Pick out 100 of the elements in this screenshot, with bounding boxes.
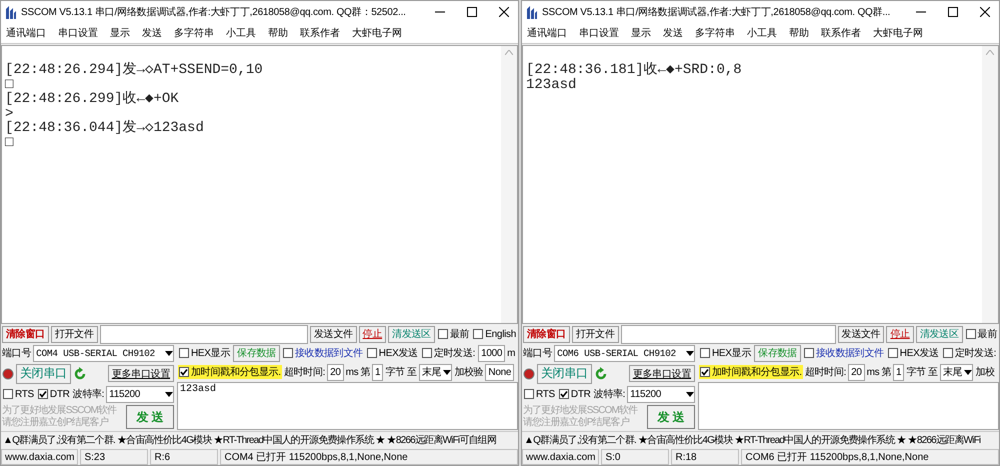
checkbox-label[interactable]: DTR [50, 388, 70, 400]
status-led-icon [2, 368, 14, 380]
checkbox[interactable] [804, 348, 814, 358]
checkbox-label[interactable]: DTR [570, 388, 591, 400]
caret-icon [443, 370, 452, 374]
checkbox[interactable] [700, 348, 710, 358]
caret-icon [964, 370, 972, 374]
checkbox[interactable] [473, 329, 484, 339]
menu-item[interactable]: 大虾电子网 [873, 26, 923, 40]
status-cell: www.daxia.com [1, 449, 78, 465]
port-label: 端口号 [2, 346, 32, 360]
input-field[interactable]: 1 [372, 364, 384, 380]
menu-item[interactable]: 小工具 [226, 26, 256, 40]
menu-item[interactable]: 显示 [631, 26, 651, 40]
toolbar-button[interactable]: 清除窗口 [2, 326, 49, 342]
menu-item[interactable]: 通讯端口 [6, 26, 46, 40]
checkbox-label[interactable]: HEX发送 [900, 346, 939, 360]
checkbox[interactable] [438, 329, 448, 339]
menu-item[interactable]: 联系作者 [821, 26, 861, 40]
menu-item[interactable]: 显示 [110, 26, 130, 40]
toolbar-button[interactable]: 停止 [358, 326, 386, 342]
checkbox-label[interactable]: English [485, 328, 516, 340]
refresh-icon[interactable] [594, 366, 608, 380]
label: 字节 至 [906, 366, 938, 379]
toolbar-button[interactable]: 发送文件 [838, 326, 884, 342]
save-data-button[interactable]: 保存数据 [233, 344, 280, 362]
menu-item[interactable]: 发送 [663, 26, 683, 40]
checkbox-label[interactable]: 定时发送: [954, 346, 996, 360]
checkbox[interactable] [558, 389, 569, 399]
menu-item[interactable]: 多字符串 [695, 26, 735, 40]
checkbox[interactable] [282, 348, 293, 358]
menu-item[interactable]: 大虾电子网 [352, 26, 402, 40]
checkbox[interactable] [179, 348, 189, 358]
file-path-field[interactable] [100, 324, 308, 344]
checkbox-label[interactable]: HEX发送 [378, 346, 418, 360]
checkbox[interactable] [3, 389, 13, 399]
checkbox-label[interactable]: 接收数据到文件 [816, 346, 884, 360]
checkbox-label[interactable]: 加时间戳和分包显示. [191, 365, 281, 379]
input-field[interactable]: 20 [848, 364, 865, 380]
send-input[interactable]: 123asd [177, 382, 518, 430]
baud-dropdown[interactable]: 115200 [627, 386, 695, 402]
label: m [507, 348, 516, 358]
input-field[interactable]: 20 [327, 364, 344, 380]
checkbox[interactable] [422, 348, 432, 358]
more-settings-button[interactable]: 更多串口设置 [108, 365, 174, 382]
checkbox[interactable] [888, 348, 898, 358]
toolbar-button[interactable]: 清发送区 [916, 326, 963, 342]
port-dropdown[interactable]: COM4 USB-SERIAL CH9102 [33, 344, 174, 362]
checkbox-label[interactable]: HEX显示 [712, 346, 752, 360]
scrollbar[interactable] [501, 46, 517, 323]
checkbox-label[interactable]: RTS [536, 388, 555, 400]
checkbox-label[interactable]: 定时发送: [434, 346, 476, 360]
menu-item[interactable]: 通讯端口 [527, 26, 567, 40]
close-port-button[interactable]: 关闭串口 [537, 364, 592, 384]
checkbox[interactable] [366, 348, 377, 358]
toolbar-button[interactable]: 清发送区 [388, 326, 435, 342]
input-field[interactable]: 1 [893, 364, 904, 380]
menu-item[interactable]: 串口设置 [579, 26, 619, 40]
save-data-button[interactable]: 保存数据 [754, 344, 801, 362]
checkbox-label[interactable]: RTS [15, 388, 34, 400]
checkbox[interactable] [942, 348, 953, 358]
send-input[interactable] [698, 382, 999, 430]
scrollbar[interactable] [982, 46, 998, 323]
toolbar-button[interactable]: 清除窗口 [523, 326, 570, 342]
menu-item[interactable]: 联系作者 [300, 26, 340, 40]
menu-item[interactable]: 小工具 [747, 26, 777, 40]
toolbar-button[interactable]: 打开文件 [50, 326, 98, 342]
refresh-icon[interactable] [72, 366, 87, 380]
dropdown[interactable]: 末尾 [418, 364, 452, 380]
checkbox-label[interactable]: HEX显示 [191, 346, 230, 360]
checkbox[interactable] [700, 367, 710, 377]
checkbox-label[interactable]: 接收数据到文件 [294, 346, 363, 360]
toolbar-button[interactable]: 打开文件 [572, 326, 619, 342]
close-icon [980, 7, 990, 17]
checkbox-label[interactable]: 加时间戳和分包显示. [712, 365, 802, 379]
label: 字节 至 [385, 366, 417, 379]
input-field[interactable]: 1000 [478, 344, 506, 362]
toolbar-button[interactable]: 发送文件 [310, 326, 357, 342]
status-cell: COM6 已打开 115200bps,8,1,None,None [741, 449, 999, 465]
send-button[interactable]: 发 送 [126, 405, 174, 429]
menu-item[interactable]: 串口设置 [58, 26, 98, 40]
menu-item[interactable]: 多字符串 [174, 26, 214, 40]
checkbox[interactable] [966, 329, 976, 339]
file-path-field[interactable] [620, 324, 836, 344]
checkbox[interactable] [38, 389, 48, 399]
menu-item[interactable]: 帮助 [268, 26, 288, 40]
checkbox-label[interactable]: 最前 [978, 327, 997, 341]
more-settings-button[interactable]: 更多串口设置 [628, 365, 695, 382]
send-button[interactable]: 发 送 [647, 405, 695, 429]
baud-dropdown[interactable]: 115200 [106, 386, 174, 402]
input-field[interactable]: None [485, 364, 514, 380]
toolbar-button[interactable]: 停止 [886, 326, 914, 342]
close-port-button[interactable]: 关闭串口 [16, 364, 71, 384]
checkbox[interactable] [179, 367, 189, 377]
port-dropdown[interactable]: COM6 USB-SERIAL CH9102 [554, 344, 695, 362]
dropdown[interactable]: 末尾 [940, 364, 974, 380]
menu-item[interactable]: 发送 [142, 26, 162, 40]
checkbox[interactable] [524, 389, 534, 399]
checkbox-label[interactable]: 最前 [450, 327, 470, 341]
menu-item[interactable]: 帮助 [789, 26, 809, 40]
